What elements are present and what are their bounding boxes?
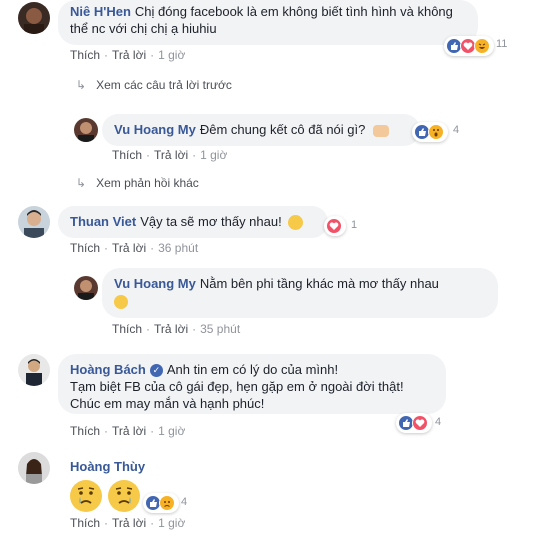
comment-text: Nằm bên phi tầng khác mà mơ thấy nhau (199, 276, 439, 291)
avatar[interactable] (18, 452, 50, 484)
avatar[interactable] (74, 118, 98, 142)
avatar[interactable] (74, 276, 98, 300)
comment-author[interactable]: Thuan Viet (70, 214, 136, 229)
reply-arrow-icon: ↳ (76, 176, 87, 190)
kissing-emoji (288, 215, 304, 231)
reaction-summary[interactable] (444, 36, 494, 56)
comment-text: Đêm chung kết cô đã nói gì? (199, 122, 366, 137)
comment-text-line: Chúc em may mắn và hạnh phúc! (70, 396, 265, 411)
sad-icon (159, 495, 175, 511)
comment-actions: Thích · Trả lời · 36 phút (70, 241, 198, 255)
see-other-label[interactable]: Xem phản hồi khác (96, 176, 199, 190)
flexed-bicep-emoji (372, 124, 389, 137)
timestamp[interactable]: 1 giờ (158, 424, 185, 438)
see-previous-replies[interactable]: ↳ Xem các câu trả lời trước (76, 78, 232, 92)
like-link[interactable]: Thích (70, 48, 100, 62)
reaction-summary[interactable] (412, 122, 448, 142)
separator: · (146, 148, 151, 162)
reaction-summary[interactable] (396, 413, 432, 433)
timestamp[interactable]: 1 giờ (200, 148, 227, 162)
comment-author[interactable]: Hoàng Bách (70, 362, 146, 377)
reply-link[interactable]: Trả lời (112, 48, 146, 62)
reply-link[interactable]: Trả lời (112, 516, 146, 530)
love-icon (326, 218, 342, 234)
reaction-count: 4 (435, 416, 442, 428)
comment-actions: Thích · Trả lời · 1 giờ (70, 424, 185, 438)
wow-icon (428, 124, 444, 140)
like-link[interactable]: Thích (70, 516, 100, 530)
comment-actions: Thích · Trả lời · 1 giờ (70, 516, 185, 530)
reaction-count: 11 (496, 38, 508, 50)
timestamp[interactable]: 1 giờ (158, 516, 185, 530)
timestamp[interactable]: 1 giờ (158, 48, 185, 62)
see-other-replies[interactable]: ↳ Xem phản hồi khác (76, 176, 199, 190)
comment-author[interactable]: Vu Hoang My (114, 122, 196, 137)
comment-bubble: Vu Hoang My Nằm bên phi tầng khác mà mơ t… (102, 268, 498, 318)
comment-text-line: Tạm biệt FB của cô gái đẹp, hẹn gặp em ở… (70, 379, 404, 394)
comment-actions: Thích · Trả lời · 1 giờ (70, 48, 185, 62)
see-previous-label[interactable]: Xem các câu trả lời trước (96, 78, 232, 92)
avatar[interactable] (18, 206, 50, 238)
separator: · (104, 424, 109, 438)
like-link[interactable]: Thích (112, 148, 142, 162)
verified-badge-icon: ✓ (149, 364, 163, 378)
separator: · (150, 424, 155, 438)
comment-author[interactable]: Vu Hoang My (114, 276, 196, 291)
avatar[interactable] (18, 354, 50, 386)
comment-actions: Thích · Trả lời · 1 giờ (112, 148, 227, 162)
separator: · (150, 516, 155, 530)
comment-text-line: Anh tin em có lý do của mình! (166, 362, 339, 377)
love-icon (412, 415, 428, 431)
reply-link[interactable]: Trả lời (112, 241, 146, 255)
comment-actions: Thích · Trả lời · 35 phút (112, 322, 240, 336)
reaction-summary[interactable] (143, 493, 179, 513)
reaction-count: 4 (453, 124, 460, 136)
reply-arrow-icon: ↳ (76, 78, 87, 92)
like-link[interactable]: Thích (112, 322, 142, 336)
separator: · (104, 241, 109, 255)
haha-icon (474, 38, 490, 54)
comment-bubble: Niê H'Hen Chị đóng facebook là em không b… (58, 0, 478, 45)
comment-bubble: Hoàng Bách ✓ Anh tin em có lý do của mình!… (58, 354, 446, 414)
reply-link[interactable]: Trả lời (154, 322, 188, 336)
comment-bubble: Vu Hoang My Đêm chung kết cô đã nói gì? (102, 114, 420, 146)
avatar[interactable] (18, 2, 50, 34)
separator: · (104, 516, 109, 530)
timestamp[interactable]: 35 phút (200, 322, 240, 336)
comment-text: Vậy ta sẽ mơ thấy nhau! (140, 214, 282, 229)
crying-face-emoji (70, 480, 102, 512)
separator: · (150, 48, 155, 62)
rofl-emoji (112, 292, 130, 311)
separator: · (150, 241, 155, 255)
separator: · (192, 148, 197, 162)
comment-bubble: Thuan Viet Vậy ta sẽ mơ thấy nhau! (58, 206, 328, 238)
comment-author[interactable]: Hoàng Thùy (70, 459, 145, 474)
reaction-count: 1 (351, 219, 358, 231)
crying-face-emoji (108, 480, 140, 512)
separator: · (192, 322, 197, 336)
like-link[interactable]: Thích (70, 241, 100, 255)
reaction-summary[interactable] (324, 216, 346, 236)
like-link[interactable]: Thích (70, 424, 100, 438)
reply-link[interactable]: Trả lời (154, 148, 188, 162)
reply-link[interactable]: Trả lời (112, 424, 146, 438)
timestamp[interactable]: 36 phút (158, 241, 198, 255)
comment-author[interactable]: Niê H'Hen (70, 4, 131, 19)
reaction-count: 4 (181, 496, 188, 508)
separator: · (146, 322, 151, 336)
separator: · (104, 48, 109, 62)
